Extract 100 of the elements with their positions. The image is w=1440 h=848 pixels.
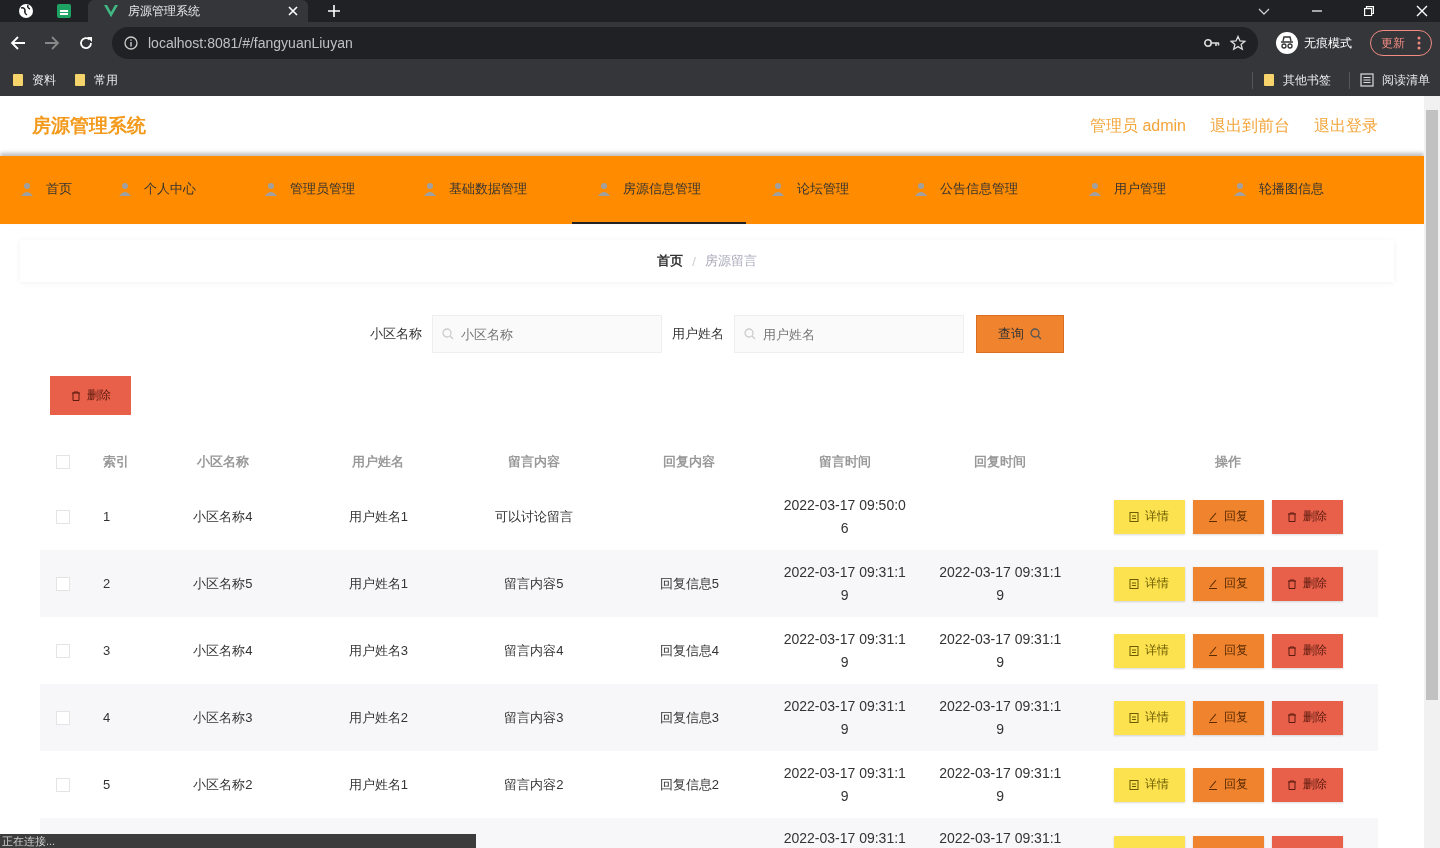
breadcrumb-separator: / (692, 253, 696, 269)
document-icon (1129, 779, 1139, 790)
menu-item-icon (1088, 182, 1102, 196)
field-label: 用户姓名 (672, 325, 724, 343)
document-icon (1129, 712, 1139, 723)
search-field[interactable]: 小区名称 (432, 315, 662, 353)
nav-item[interactable]: 轮播图信息 (1208, 156, 1358, 224)
reply-button[interactable]: 回复 (1192, 499, 1264, 534)
menu-item-icon (597, 182, 611, 196)
search-field[interactable]: 用户姓名 (734, 315, 964, 353)
search-button[interactable]: 查询 (976, 315, 1064, 353)
document-icon (1129, 645, 1139, 656)
detail-button[interactable]: 详情 (1113, 633, 1185, 668)
checkbox[interactable] (55, 455, 70, 469)
star-icon[interactable] (1230, 35, 1246, 51)
nav-item[interactable]: 用户管理 (1063, 156, 1208, 224)
nav-item[interactable]: 基础数据管理 (398, 156, 572, 224)
table-cell-text: 2022-03-17 09:31:19 (938, 696, 1063, 739)
pen-icon (1208, 645, 1218, 656)
delete-button[interactable]: 删除 (1271, 767, 1343, 802)
delete-button[interactable]: 删除 (1271, 499, 1343, 534)
reply-button[interactable]: 回复 (1192, 633, 1264, 668)
delete-button[interactable]: 删除 (1271, 566, 1343, 601)
table-cell-text: 2022-03-17 09:31:19 (938, 763, 1063, 806)
column-header: 操作 (1215, 453, 1241, 471)
app-title: 房源管理系统 (32, 114, 146, 138)
reload-icon[interactable] (78, 35, 94, 51)
menu-item-icon (1233, 182, 1247, 196)
nav-item[interactable]: 管理员管理 (239, 156, 398, 224)
menu-item-icon (914, 182, 928, 196)
detail-button[interactable]: 详情 (1113, 767, 1185, 802)
reply-button[interactable]: 回复 (1192, 767, 1264, 802)
sheet-icon[interactable] (56, 3, 72, 19)
search-icon (442, 328, 454, 340)
pen-icon (1208, 578, 1218, 589)
delete-button[interactable]: 删除 (1271, 633, 1343, 668)
reply-button[interactable]: 回复 (1192, 700, 1264, 735)
close-icon[interactable] (1416, 5, 1428, 17)
checkbox[interactable] (55, 710, 70, 725)
back-icon[interactable] (10, 35, 26, 51)
detail-button[interactable]: 详情 (1113, 499, 1185, 534)
breadcrumb-item[interactable]: 首页 (657, 252, 684, 270)
reply-button[interactable]: 回复 (1192, 566, 1264, 601)
table-cell-text: 2022-03-17 09:31:19 (938, 562, 1063, 605)
bookmark[interactable]: 常用 (74, 71, 118, 89)
table-cell: 小区名称2 (193, 775, 253, 794)
table-cell-text: 2022-03-17 09:31:1 (782, 829, 907, 848)
table-cell: 回复信息4 (659, 641, 719, 660)
more-icon[interactable] (1417, 36, 1421, 50)
table-cell: 留言内容3 (504, 708, 564, 727)
info-icon[interactable] (124, 36, 138, 50)
scrollbar[interactable] (1424, 96, 1440, 848)
table-cell-text: 2022-03-17 09:31:19 (782, 763, 907, 806)
search-icon (744, 328, 756, 340)
trash-icon (1287, 779, 1297, 790)
delete-button[interactable]: 删除 (1271, 700, 1343, 735)
forward-icon[interactable] (44, 35, 60, 51)
pen-icon (1208, 712, 1218, 723)
trash-icon (1287, 578, 1297, 589)
checkbox[interactable] (55, 509, 70, 524)
status-bar: 正在连接... (0, 834, 476, 848)
table-cell: 用户姓名1 (348, 574, 408, 593)
detail-button[interactable]: 详情 (1113, 700, 1185, 735)
table-cell: 小区名称5 (193, 574, 253, 593)
address-bar[interactable]: localhost:8081/#/fangyuanLiuyan (112, 27, 1258, 59)
close-icon[interactable] (288, 6, 298, 16)
browser-tab[interactable]: 房源管理系统 (88, 0, 308, 22)
nav-item[interactable]: 论坛管理 (746, 156, 889, 224)
menu-item-icon (771, 182, 785, 196)
reading-list[interactable]: 阅读清单 (1349, 71, 1430, 89)
restore-icon[interactable] (1364, 6, 1374, 16)
table-cell: 可以讨论留言 (494, 507, 573, 526)
menu-item-icon (20, 182, 34, 196)
menu-item-icon (423, 182, 437, 196)
bookmark[interactable]: 资料 (12, 71, 56, 89)
nav-item[interactable]: 房源信息管理 (572, 156, 746, 224)
checkbox[interactable] (55, 643, 70, 658)
column-header: 回复内容 (663, 453, 716, 471)
column-header: 留言时间 (818, 453, 871, 471)
field-label: 小区名称 (370, 325, 422, 343)
table-cell: 用户姓名1 (348, 775, 408, 794)
nav-item[interactable]: 首页 (0, 156, 93, 224)
document-icon (1129, 511, 1139, 522)
table-cell: 回复信息2 (659, 775, 719, 794)
nav-item[interactable]: 公告信息管理 (889, 156, 1063, 224)
checkbox[interactable] (55, 777, 70, 792)
table-cell-text: 2022-03-17 09:31:1 (938, 829, 1063, 848)
bookmark[interactable]: 其他书签 (1252, 71, 1331, 89)
checkbox[interactable] (55, 576, 70, 591)
table-cell: 留言内容5 (504, 574, 564, 593)
table-cell: 3 (103, 643, 111, 658)
new-tab-icon[interactable] (328, 5, 340, 17)
globe-icon[interactable] (18, 3, 34, 19)
delete-button[interactable]: 删除 (50, 376, 131, 415)
table-cell: 5 (103, 777, 111, 792)
detail-button[interactable]: 详情 (1113, 566, 1185, 601)
nav-item[interactable]: 个人中心 (93, 156, 239, 224)
column-header: 小区名称 (196, 453, 249, 471)
incognito-icon[interactable] (1276, 32, 1298, 54)
table-cell-text: 2022-03-17 09:31:19 (782, 562, 907, 605)
